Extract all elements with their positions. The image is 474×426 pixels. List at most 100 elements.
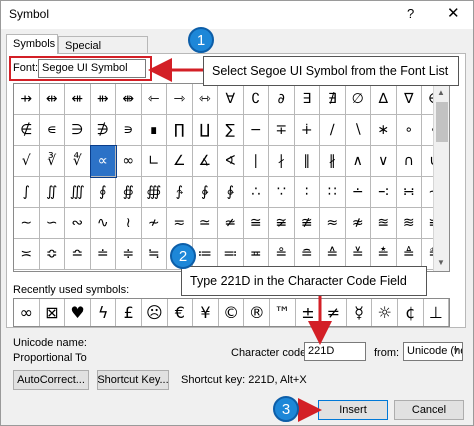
symbol-cell[interactable]: ⇸ (14, 84, 40, 115)
symbol-cell[interactable]: ≇ (294, 208, 320, 239)
symbol-cell[interactable]: ∓ (269, 115, 295, 146)
symbol-cell[interactable]: ∁ (243, 84, 269, 115)
symbol-cell[interactable]: ≍ (14, 239, 40, 270)
symbol-cell[interactable]: ∃ (294, 84, 320, 115)
symbol-cell[interactable]: ∕ (320, 115, 346, 146)
symbol-cell[interactable]: ≒ (141, 239, 167, 270)
symbol-cell[interactable]: ∥ (294, 146, 320, 177)
recent-symbol[interactable]: ☼ (372, 299, 398, 326)
symbol-cell[interactable]: ∂ (269, 84, 295, 115)
symbol-cell[interactable]: ⇽ (141, 84, 167, 115)
recent-symbol[interactable]: ♥ (65, 299, 91, 326)
symbol-cell[interactable]: ∦ (320, 146, 346, 177)
symbol-cell[interactable]: ∖ (345, 115, 371, 146)
symbol-cell[interactable]: ⇿ (192, 84, 218, 115)
symbol-cell[interactable]: ∌ (90, 115, 116, 146)
symbol-cell[interactable]: ≃ (192, 208, 218, 239)
recent-symbol[interactable]: ⊥ (424, 299, 450, 326)
symbol-cell[interactable]: ∊ (39, 115, 65, 146)
recent-symbol[interactable]: ≠ (321, 299, 347, 326)
recent-symbol[interactable]: € (168, 299, 194, 326)
symbol-cell[interactable]: ≐ (90, 239, 116, 270)
symbol-cell[interactable]: ≆ (269, 208, 295, 239)
recent-symbol[interactable]: ϟ (91, 299, 117, 326)
symbol-cell[interactable]: ∐ (192, 115, 218, 146)
symbol-cell[interactable]: ∵ (269, 177, 295, 208)
symbol-cell[interactable]: ≎ (39, 239, 65, 270)
symbol-cell[interactable]: ∨ (371, 146, 397, 177)
symbol-cell[interactable]: ∅ (345, 84, 371, 115)
recent-symbol[interactable]: ® (244, 299, 270, 326)
symbol-cell[interactable]: ∑ (218, 115, 244, 146)
symbol-cell[interactable]: ∟ (141, 146, 167, 177)
symbol-cell[interactable]: ∘ (396, 115, 422, 146)
recent-symbol[interactable]: ☹ (142, 299, 168, 326)
symbol-cell[interactable]: ⇾ (167, 84, 193, 115)
recent-symbol[interactable]: ± (296, 299, 322, 326)
symbol-cell[interactable]: ∶ (294, 177, 320, 208)
from-dropdown[interactable]: Unicode (hex) ▼ (403, 342, 463, 361)
symbol-cell[interactable]: ∏ (167, 115, 193, 146)
symbol-cell[interactable]: ≑ (116, 239, 142, 270)
symbol-cell[interactable]: ∹ (371, 177, 397, 208)
scroll-up-icon[interactable]: ▲ (437, 88, 445, 97)
symbol-cell[interactable]: ≋ (396, 208, 422, 239)
symbol-cell[interactable]: ∮ (90, 177, 116, 208)
symbol-cell[interactable]: ∺ (396, 177, 422, 208)
symbol-cell[interactable]: √ (14, 146, 40, 177)
symbol-cell[interactable]: ∉ (14, 115, 40, 146)
symbol-cell[interactable]: ∇ (396, 84, 422, 115)
symbol-cell[interactable]: ∩ (396, 146, 422, 177)
symbol-cell[interactable]: ∋ (65, 115, 91, 146)
symbol-cell[interactable]: ≁ (141, 208, 167, 239)
recent-symbol[interactable]: ☿ (347, 299, 373, 326)
symbol-cell[interactable]: ≂ (167, 208, 193, 239)
recent-symbol[interactable]: © (219, 299, 245, 326)
symbol-cell[interactable]: − (243, 115, 269, 146)
symbol-cell[interactable]: ∱ (167, 177, 193, 208)
symbol-cell[interactable]: ∜ (65, 146, 91, 177)
cancel-button[interactable]: Cancel (394, 400, 464, 420)
symbol-cell[interactable]: ∧ (345, 146, 371, 177)
recent-symbol[interactable]: ¢ (398, 299, 424, 326)
symbol-cell[interactable]: ≈ (320, 208, 346, 239)
symbol-cell[interactable]: ∾ (65, 208, 91, 239)
symbol-cell[interactable]: ∗ (371, 115, 397, 146)
symbol-cell[interactable]: ∛ (39, 146, 65, 177)
symbol-cell[interactable]: ∫ (14, 177, 40, 208)
close-button[interactable]: ✕ (447, 4, 460, 22)
scroll-thumb[interactable] (436, 102, 448, 142)
symbol-cell[interactable]: ≉ (345, 208, 371, 239)
shortcut-key-button[interactable]: Shortcut Key... (97, 370, 169, 390)
symbol-cell[interactable]: ∯ (116, 177, 142, 208)
recent-symbol[interactable]: ∞ (14, 299, 40, 326)
symbol-cell[interactable]: ∔ (294, 115, 320, 146)
symbol-cell[interactable]: ∬ (39, 177, 65, 208)
symbol-cell[interactable]: ⇺ (65, 84, 91, 115)
recent-symbol[interactable]: ¥ (193, 299, 219, 326)
tab-symbols[interactable]: Symbols (6, 34, 58, 54)
symbol-cell[interactable]: ∀ (218, 84, 244, 115)
symbol-cell[interactable]: ∄ (320, 84, 346, 115)
autocorrect-button[interactable]: AutoCorrect... (13, 370, 89, 390)
symbol-cell[interactable]: ∸ (345, 177, 371, 208)
insert-button[interactable]: Insert (318, 400, 388, 420)
recent-symbol[interactable]: £ (116, 299, 142, 326)
symbol-cell[interactable]: ∍ (116, 115, 142, 146)
character-code-field[interactable]: 221D (304, 342, 366, 361)
symbol-cell[interactable]: ∽ (39, 208, 65, 239)
symbol-cell[interactable]: ⇼ (116, 84, 142, 115)
symbol-cell[interactable]: ≄ (218, 208, 244, 239)
symbol-cell[interactable]: ∲ (192, 177, 218, 208)
symbol-cell[interactable]: ∆ (371, 84, 397, 115)
symbol-cell[interactable]: ∞ (116, 146, 142, 177)
symbol-cell[interactable]: ∎ (141, 115, 167, 146)
tab-special-characters[interactable]: Special Characters (58, 36, 148, 64)
scroll-down-icon[interactable]: ▼ (437, 258, 445, 267)
symbol-cell[interactable]: ∠ (167, 146, 193, 177)
symbol-cell[interactable]: ≊ (371, 208, 397, 239)
symbol-cell[interactable]: ∣ (243, 146, 269, 177)
symbol-cell[interactable]: ⇹ (39, 84, 65, 115)
symbol-cell[interactable]: ≏ (65, 239, 91, 270)
symbol-cell[interactable]: ∝ (89, 145, 117, 178)
